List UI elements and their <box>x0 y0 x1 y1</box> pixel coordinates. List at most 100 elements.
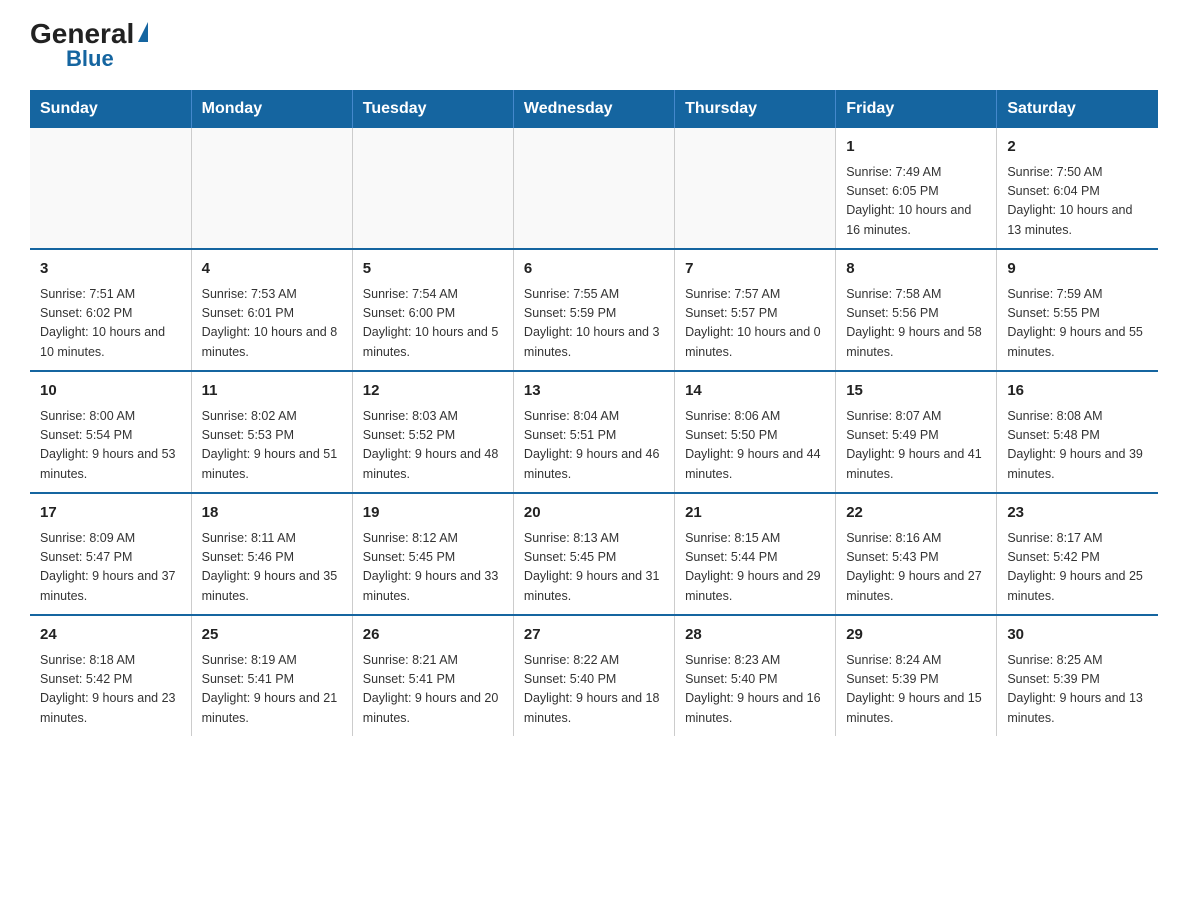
column-header-thursday: Thursday <box>675 90 836 128</box>
day-info: Sunrise: 7:58 AMSunset: 5:56 PMDaylight:… <box>846 285 986 363</box>
calendar-cell: 12Sunrise: 8:03 AMSunset: 5:52 PMDayligh… <box>352 371 513 493</box>
day-number: 6 <box>524 258 664 281</box>
page-header: General Blue <box>30 20 1158 70</box>
day-info: Sunrise: 8:06 AMSunset: 5:50 PMDaylight:… <box>685 407 825 485</box>
calendar-cell: 15 Sunrise: 8:07 AMSunset: 5:49 PMDayligh… <box>836 371 997 493</box>
day-info: Sunrise: 8:23 AMSunset: 5:40 PMDaylight:… <box>685 651 825 729</box>
day-info: Sunrise: 8:22 AMSunset: 5:40 PMDaylight:… <box>524 651 664 729</box>
logo-blue-text: Blue <box>66 48 114 70</box>
day-number: 23 <box>1007 502 1148 525</box>
calendar-cell <box>675 128 836 249</box>
calendar-cell: 13 Sunrise: 8:04 AMSunset: 5:51 PMDayligh… <box>513 371 674 493</box>
day-info: Sunrise: 8:17 AMSunset: 5:42 PMDaylight:… <box>1007 529 1148 607</box>
day-info: Sunrise: 7:59 AMSunset: 5:55 PMDaylight:… <box>1007 285 1148 363</box>
day-number: 26 <box>363 624 503 647</box>
day-info: Sunrise: 7:49 AMSunset: 6:05 PMDaylight:… <box>846 163 986 241</box>
calendar-cell: 23 Sunrise: 8:17 AMSunset: 5:42 PMDayligh… <box>997 493 1158 615</box>
day-info: Sunrise: 7:50 AMSunset: 6:04 PMDaylight:… <box>1007 163 1148 241</box>
calendar-cell: 8 Sunrise: 7:58 AMSunset: 5:56 PMDaylight… <box>836 249 997 371</box>
calendar-cell: 22 Sunrise: 8:16 AMSunset: 5:43 PMDayligh… <box>836 493 997 615</box>
calendar-cell: 20 Sunrise: 8:13 AMSunset: 5:45 PMDayligh… <box>513 493 674 615</box>
day-number: 10 <box>40 380 181 403</box>
day-info: Sunrise: 8:21 AMSunset: 5:41 PMDaylight:… <box>363 651 503 729</box>
calendar-cell: 6 Sunrise: 7:55 AMSunset: 5:59 PMDaylight… <box>513 249 674 371</box>
day-number: 21 <box>685 502 825 525</box>
day-info: Sunrise: 8:11 AMSunset: 5:46 PMDaylight:… <box>202 529 342 607</box>
day-info: Sunrise: 8:08 AMSunset: 5:48 PMDaylight:… <box>1007 407 1148 485</box>
day-info: Sunrise: 8:04 AMSunset: 5:51 PMDaylight:… <box>524 407 664 485</box>
calendar-week-row: 1 Sunrise: 7:49 AMSunset: 6:05 PMDaylight… <box>30 128 1158 249</box>
calendar-cell: 3 Sunrise: 7:51 AMSunset: 6:02 PMDaylight… <box>30 249 191 371</box>
calendar-cell: 1 Sunrise: 7:49 AMSunset: 6:05 PMDaylight… <box>836 128 997 249</box>
day-number: 15 <box>846 380 986 403</box>
calendar-cell <box>191 128 352 249</box>
logo-triangle-icon <box>138 22 148 42</box>
calendar-cell: 14Sunrise: 8:06 AMSunset: 5:50 PMDayligh… <box>675 371 836 493</box>
logo: General Blue <box>30 20 148 70</box>
day-info: Sunrise: 8:15 AMSunset: 5:44 PMDaylight:… <box>685 529 825 607</box>
day-info: Sunrise: 8:24 AMSunset: 5:39 PMDaylight:… <box>846 651 986 729</box>
day-number: 2 <box>1007 136 1148 159</box>
day-number: 19 <box>363 502 503 525</box>
calendar-week-row: 3 Sunrise: 7:51 AMSunset: 6:02 PMDaylight… <box>30 249 1158 371</box>
day-info: Sunrise: 7:55 AMSunset: 5:59 PMDaylight:… <box>524 285 664 363</box>
day-info: Sunrise: 7:53 AMSunset: 6:01 PMDaylight:… <box>202 285 342 363</box>
day-info: Sunrise: 7:54 AMSunset: 6:00 PMDaylight:… <box>363 285 503 363</box>
day-number: 4 <box>202 258 342 281</box>
calendar-cell: 19 Sunrise: 8:12 AMSunset: 5:45 PMDayligh… <box>352 493 513 615</box>
day-number: 13 <box>524 380 664 403</box>
column-header-sunday: Sunday <box>30 90 191 128</box>
day-number: 1 <box>846 136 986 159</box>
calendar-cell: 16 Sunrise: 8:08 AMSunset: 5:48 PMDayligh… <box>997 371 1158 493</box>
day-number: 29 <box>846 624 986 647</box>
day-number: 5 <box>363 258 503 281</box>
calendar-cell: 18 Sunrise: 8:11 AMSunset: 5:46 PMDayligh… <box>191 493 352 615</box>
day-number: 18 <box>202 502 342 525</box>
calendar-cell: 25Sunrise: 8:19 AMSunset: 5:41 PMDayligh… <box>191 615 352 736</box>
calendar-header-row: SundayMondayTuesdayWednesdayThursdayFrid… <box>30 90 1158 128</box>
day-info: Sunrise: 8:00 AMSunset: 5:54 PMDaylight:… <box>40 407 181 485</box>
calendar-cell: 2 Sunrise: 7:50 AMSunset: 6:04 PMDaylight… <box>997 128 1158 249</box>
day-info: Sunrise: 8:12 AMSunset: 5:45 PMDaylight:… <box>363 529 503 607</box>
calendar-week-row: 17 Sunrise: 8:09 AMSunset: 5:47 PMDayligh… <box>30 493 1158 615</box>
day-number: 24 <box>40 624 181 647</box>
day-info: Sunrise: 7:51 AMSunset: 6:02 PMDaylight:… <box>40 285 181 363</box>
day-number: 20 <box>524 502 664 525</box>
column-header-friday: Friday <box>836 90 997 128</box>
calendar-week-row: 24Sunrise: 8:18 AMSunset: 5:42 PMDayligh… <box>30 615 1158 736</box>
day-info: Sunrise: 8:09 AMSunset: 5:47 PMDaylight:… <box>40 529 181 607</box>
day-number: 25 <box>202 624 342 647</box>
calendar-cell: 28 Sunrise: 8:23 AMSunset: 5:40 PMDayligh… <box>675 615 836 736</box>
day-info: Sunrise: 8:07 AMSunset: 5:49 PMDaylight:… <box>846 407 986 485</box>
calendar-week-row: 10 Sunrise: 8:00 AMSunset: 5:54 PMDayligh… <box>30 371 1158 493</box>
day-number: 11 <box>202 380 342 403</box>
day-number: 7 <box>685 258 825 281</box>
calendar-cell: 26 Sunrise: 8:21 AMSunset: 5:41 PMDayligh… <box>352 615 513 736</box>
calendar-cell: 27 Sunrise: 8:22 AMSunset: 5:40 PMDayligh… <box>513 615 674 736</box>
day-number: 9 <box>1007 258 1148 281</box>
column-header-saturday: Saturday <box>997 90 1158 128</box>
calendar-cell: 7Sunrise: 7:57 AMSunset: 5:57 PMDaylight… <box>675 249 836 371</box>
calendar-cell: 17 Sunrise: 8:09 AMSunset: 5:47 PMDayligh… <box>30 493 191 615</box>
day-number: 8 <box>846 258 986 281</box>
day-number: 16 <box>1007 380 1148 403</box>
day-number: 3 <box>40 258 181 281</box>
day-number: 17 <box>40 502 181 525</box>
day-info: Sunrise: 8:13 AMSunset: 5:45 PMDaylight:… <box>524 529 664 607</box>
column-header-monday: Monday <box>191 90 352 128</box>
column-header-tuesday: Tuesday <box>352 90 513 128</box>
calendar-cell: 9 Sunrise: 7:59 AMSunset: 5:55 PMDaylight… <box>997 249 1158 371</box>
calendar-cell: 24Sunrise: 8:18 AMSunset: 5:42 PMDayligh… <box>30 615 191 736</box>
day-number: 27 <box>524 624 664 647</box>
day-number: 28 <box>685 624 825 647</box>
day-info: Sunrise: 8:16 AMSunset: 5:43 PMDaylight:… <box>846 529 986 607</box>
day-number: 12 <box>363 380 503 403</box>
calendar-cell: 11Sunrise: 8:02 AMSunset: 5:53 PMDayligh… <box>191 371 352 493</box>
calendar-cell: 4 Sunrise: 7:53 AMSunset: 6:01 PMDaylight… <box>191 249 352 371</box>
calendar-table: SundayMondayTuesdayWednesdayThursdayFrid… <box>30 90 1158 736</box>
day-number: 22 <box>846 502 986 525</box>
calendar-cell <box>352 128 513 249</box>
calendar-cell: 29 Sunrise: 8:24 AMSunset: 5:39 PMDayligh… <box>836 615 997 736</box>
calendar-cell: 30Sunrise: 8:25 AMSunset: 5:39 PMDayligh… <box>997 615 1158 736</box>
column-header-wednesday: Wednesday <box>513 90 674 128</box>
